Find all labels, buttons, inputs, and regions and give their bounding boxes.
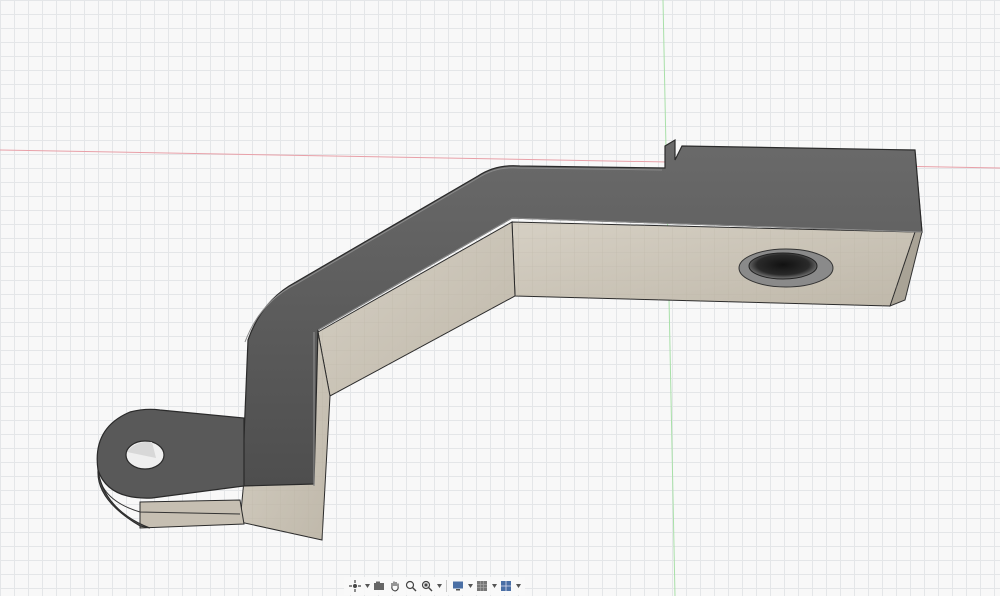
canvas-viewport[interactable] — [0, 0, 1000, 596]
grid-icon[interactable] — [475, 579, 489, 593]
chevron-down-icon[interactable] — [491, 579, 497, 593]
model-tab-top[interactable] — [96, 408, 245, 499]
navigation-toolbar — [344, 577, 525, 595]
zoom-window-icon[interactable] — [420, 579, 434, 593]
hand-icon[interactable] — [388, 579, 402, 593]
model-scene[interactable] — [0, 0, 1000, 596]
camera-icon[interactable] — [372, 579, 386, 593]
display-icon[interactable] — [451, 579, 465, 593]
zoom-icon[interactable] — [404, 579, 418, 593]
model-top-surface[interactable] — [241, 138, 923, 487]
chevron-down-icon[interactable] — [467, 579, 473, 593]
bracket-model[interactable] — [96, 138, 923, 541]
toolbar-divider — [446, 580, 447, 592]
viewports-icon[interactable] — [499, 579, 513, 593]
orbit-icon[interactable] — [348, 579, 362, 593]
chevron-down-icon[interactable] — [364, 579, 370, 593]
chevron-down-icon[interactable] — [515, 579, 521, 593]
chevron-down-icon[interactable] — [436, 579, 442, 593]
